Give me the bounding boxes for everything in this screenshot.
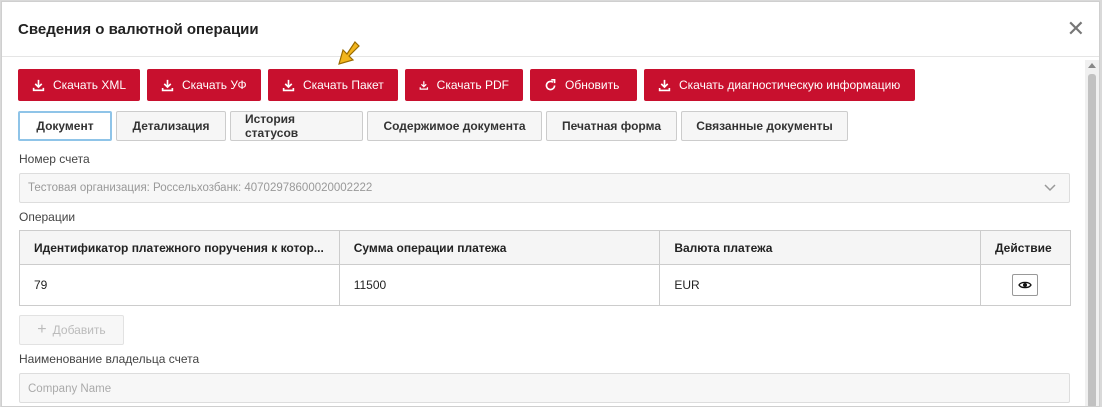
download-icon [32, 79, 45, 91]
view-button[interactable] [1012, 274, 1039, 296]
row-action-cell [979, 264, 1072, 306]
download-pdf-label: Скачать PDF [436, 78, 509, 92]
eye-icon [1018, 281, 1033, 289]
currency-operation-dialog: Сведения о валютной операции ✕ Скачать X… [1, 1, 1100, 407]
download-uf-label: Скачать УФ [182, 78, 247, 92]
column-header-currency[interactable]: Валюта платежа [659, 230, 981, 265]
operations-table: Идентификатор платежного поручения к кот… [19, 230, 1072, 306]
download-diagnostics-label: Скачать диагностическую информацию [679, 78, 901, 92]
download-package-label: Скачать Пакет [303, 78, 384, 92]
add-button[interactable]: + Добавить [19, 315, 124, 345]
tab-status-history[interactable]: История статусов [230, 111, 363, 141]
add-label: Добавить [52, 323, 106, 337]
download-uf-button[interactable]: Скачать УФ [147, 69, 261, 101]
download-icon [161, 79, 174, 91]
column-header-id[interactable]: Идентификатор платежного поручения к кот… [19, 230, 340, 265]
tab-bar: Документ Детализация История статусов Со… [18, 111, 848, 141]
dialog-title: Сведения о валютной операции [18, 21, 259, 38]
download-xml-label: Скачать XML [52, 78, 126, 92]
row-currency: EUR [659, 264, 981, 306]
account-value: Тестовая организация: Россельхозбанк: 40… [28, 182, 373, 194]
row-amount: 11500 [338, 264, 661, 306]
operations-label: Операции [19, 210, 76, 224]
download-diagnostics-button[interactable]: Скачать диагностическую информацию [644, 69, 915, 101]
table-row: 79 11500 EUR [19, 264, 1072, 306]
table-header-row: Идентификатор платежного поручения к кот… [19, 230, 1072, 265]
close-icon[interactable]: ✕ [1067, 18, 1085, 40]
account-select[interactable]: Тестовая организация: Россельхозбанк: 40… [19, 173, 1070, 203]
download-icon [658, 79, 671, 91]
tab-print-form[interactable]: Печатная форма [546, 111, 677, 141]
row-id: 79 [19, 264, 340, 306]
scroll-up-icon[interactable] [1088, 63, 1096, 68]
column-header-action: Действие [979, 230, 1072, 265]
download-package-button[interactable]: Скачать Пакет [268, 69, 398, 101]
column-header-amount[interactable]: Сумма операции платежа [338, 230, 661, 265]
plus-icon: + [37, 321, 47, 338]
cursor-arrow-icon [338, 41, 360, 65]
tab-details[interactable]: Детализация [116, 111, 226, 141]
account-label: Номер счета [19, 152, 90, 166]
refresh-button[interactable]: Обновить [530, 69, 637, 101]
download-icon [282, 79, 295, 91]
chevron-down-icon [1044, 184, 1056, 192]
download-pdf-button[interactable]: Скачать PDF [405, 69, 523, 101]
scrollbar[interactable] [1085, 60, 1099, 406]
toolbar: Скачать XML Скачать УФ Скачать Пакет Ска… [18, 69, 915, 101]
refresh-icon [545, 78, 556, 90]
tab-document[interactable]: Документ [18, 111, 112, 141]
tab-related-documents[interactable]: Связанные документы [681, 111, 848, 141]
dialog-header: Сведения о валютной операции ✕ [2, 2, 1099, 57]
download-xml-button[interactable]: Скачать XML [18, 69, 140, 101]
owner-name-input[interactable]: Company Name [19, 373, 1070, 403]
tab-document-contents[interactable]: Содержимое документа [367, 111, 542, 141]
download-icon [419, 80, 429, 90]
scroll-thumb[interactable] [1088, 74, 1096, 406]
refresh-label: Обновить [565, 78, 620, 92]
owner-label: Наименование владельца счета [19, 352, 200, 366]
